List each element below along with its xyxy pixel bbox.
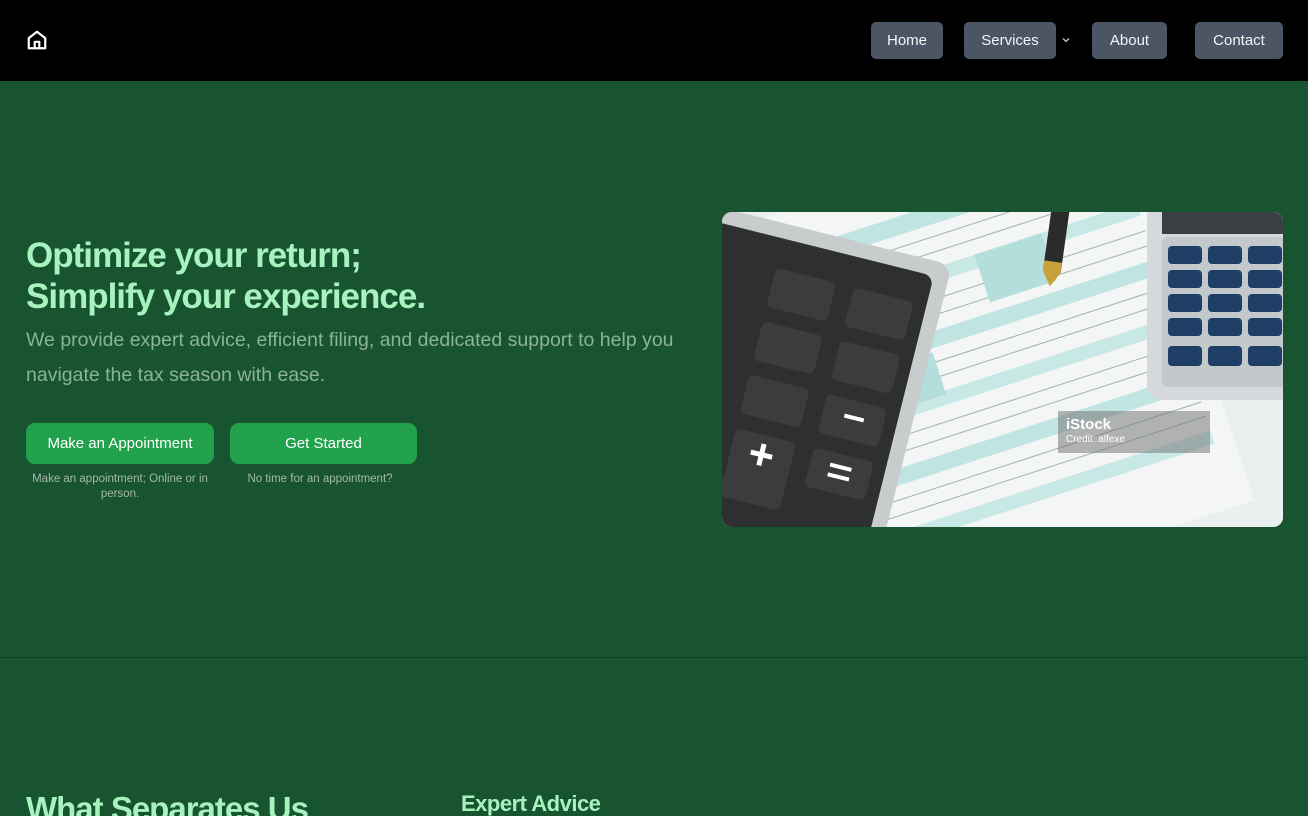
nav-services-button[interactable]: Services <box>964 22 1056 59</box>
hero-title-line-2: Simplify your experience. <box>26 277 426 316</box>
appointment-note: Make an appointment; Online or in person… <box>32 473 208 500</box>
tax-forms-photo <box>722 212 1283 527</box>
hero-subtitle: We provide expert advice, efficient fili… <box>26 329 674 386</box>
section-subtitle: Expert Advice <box>461 791 601 816</box>
nav-about-button[interactable]: About <box>1092 22 1167 59</box>
section-title: What Separates Us <box>26 790 309 816</box>
get-started-button[interactable]: Get Started <box>230 423 417 464</box>
chevron-down-icon[interactable] <box>1060 34 1072 46</box>
nav-home-button[interactable]: Home <box>871 22 943 59</box>
hero-title-line-1: Optimize your return; <box>26 236 362 275</box>
house-icon[interactable] <box>26 29 48 51</box>
make-appointment-button[interactable]: Make an Appointment <box>26 423 214 464</box>
stock-watermark-credit: Credit: alfexe <box>1066 434 1125 445</box>
stock-watermark-brand: iStock <box>1066 416 1112 433</box>
top-navigation-bar: Home Services About Contact <box>0 0 1308 81</box>
get-started-note: No time for an appointment? <box>247 473 393 485</box>
stock-watermark: iStock Credit: alfexe <box>1058 411 1210 453</box>
hero-title: Optimize your return; Simplify your expe… <box>26 235 686 317</box>
nav-contact-button[interactable]: Contact <box>1195 22 1283 59</box>
